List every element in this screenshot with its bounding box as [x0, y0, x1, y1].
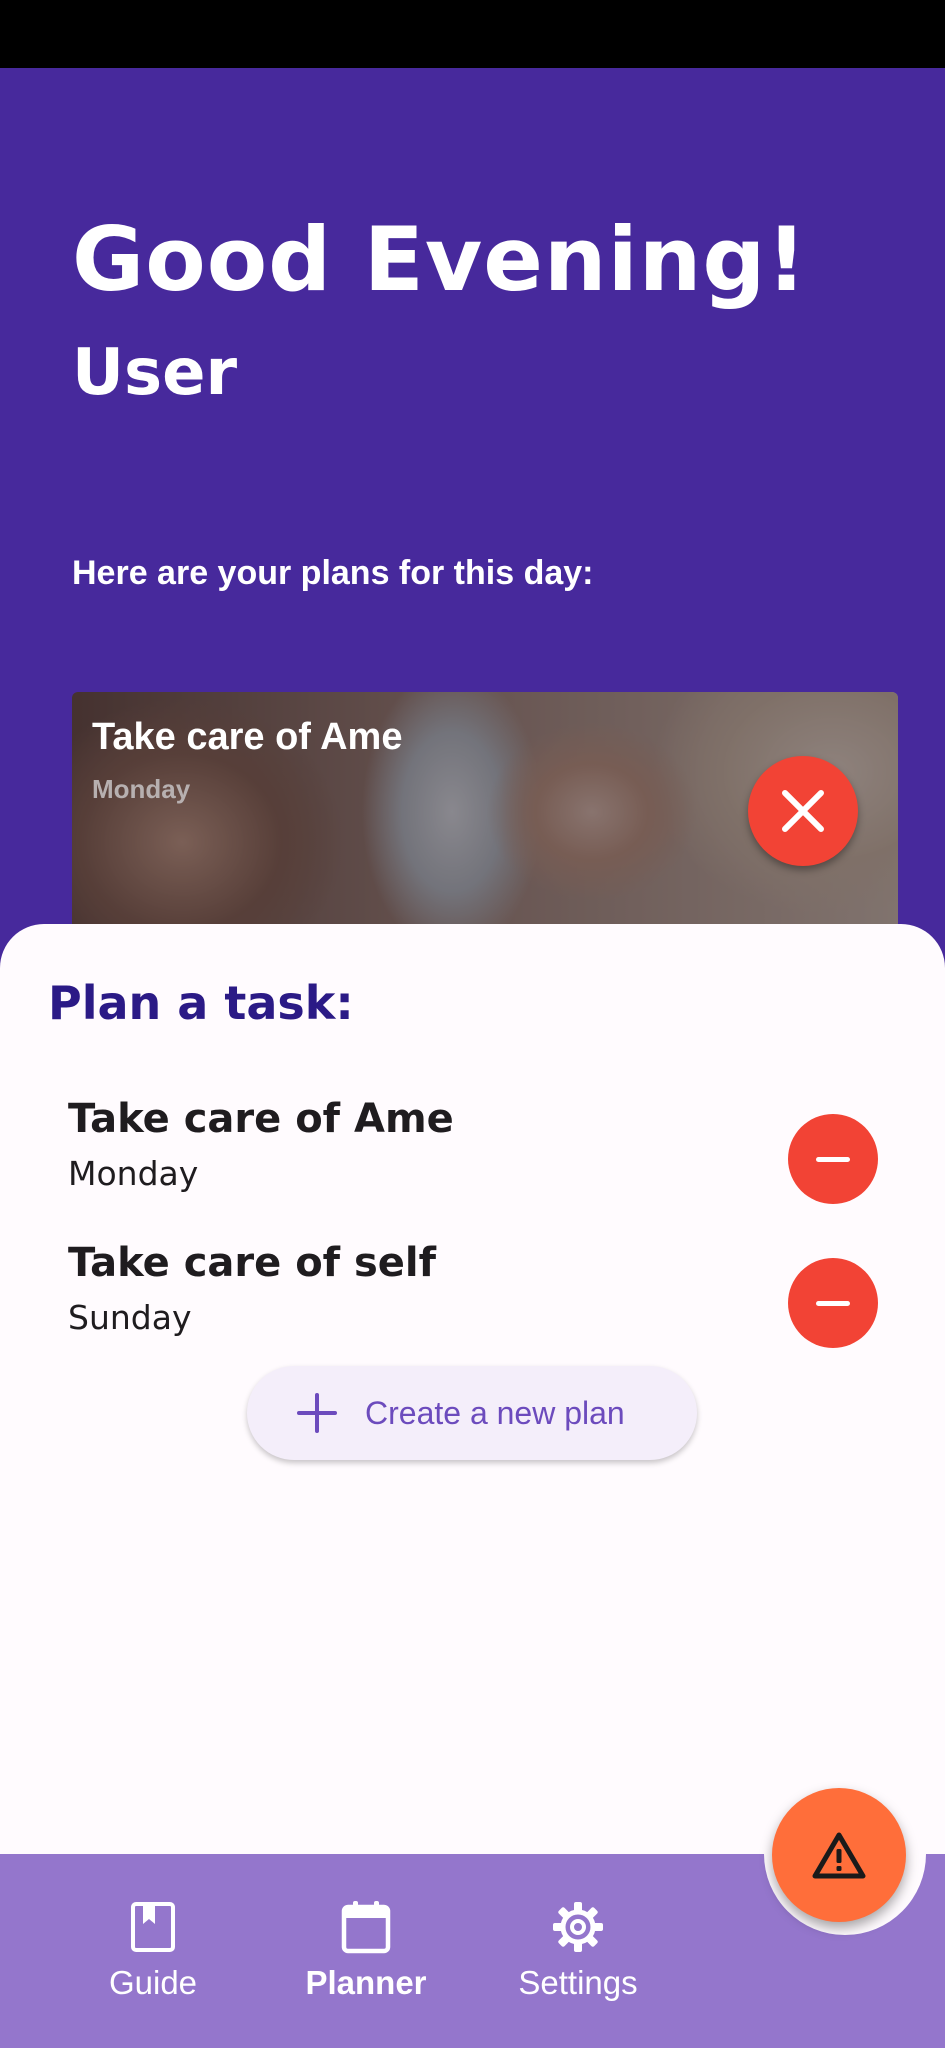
list-item[interactable]: Take care of Ame Monday — [0, 1076, 945, 1216]
emergency-fab[interactable] — [772, 1788, 906, 1922]
plan-section-title: Plan a task: — [48, 976, 354, 1030]
minus-icon — [816, 1156, 850, 1162]
calendar-icon — [340, 1898, 392, 1956]
status-bar — [0, 0, 945, 68]
remove-task-button[interactable] — [788, 1114, 878, 1204]
today-plan-title: Take care of Ame — [92, 716, 403, 758]
plus-icon — [297, 1393, 337, 1433]
task-day: Monday — [68, 1154, 199, 1193]
create-plan-label: Create a new plan — [365, 1394, 625, 1431]
user-name: User — [72, 336, 238, 410]
header: Good Evening! User Here are your plans f… — [0, 68, 945, 948]
greeting-title: Good Evening! — [72, 208, 808, 311]
warning-icon — [812, 1832, 866, 1879]
remove-task-button[interactable] — [788, 1258, 878, 1348]
task-name: Take care of self — [68, 1240, 437, 1286]
task-day: Sunday — [68, 1298, 192, 1337]
minus-icon — [816, 1300, 850, 1306]
create-plan-button[interactable]: Create a new plan — [247, 1366, 697, 1460]
gear-icon — [552, 1898, 604, 1956]
remove-today-plan-button[interactable] — [748, 756, 858, 866]
today-plan-card[interactable]: Take care of Ame Monday — [72, 692, 898, 932]
task-name: Take care of Ame — [68, 1096, 454, 1142]
nav-settings[interactable]: Settings — [498, 1898, 658, 2018]
nav-guide[interactable]: Guide — [73, 1898, 233, 2018]
nav-planner-label: Planner — [305, 1964, 427, 2001]
nav-planner[interactable]: Planner — [286, 1898, 446, 2018]
today-plan-day: Monday — [92, 774, 191, 804]
plans-caption: Here are your plans for this day: — [72, 554, 594, 592]
close-icon — [782, 790, 824, 832]
nav-guide-label: Guide — [108, 1964, 198, 2001]
list-item[interactable]: Take care of self Sunday — [0, 1220, 945, 1360]
nav-settings-label: Settings — [518, 1964, 638, 2001]
book-icon — [127, 1898, 179, 1956]
